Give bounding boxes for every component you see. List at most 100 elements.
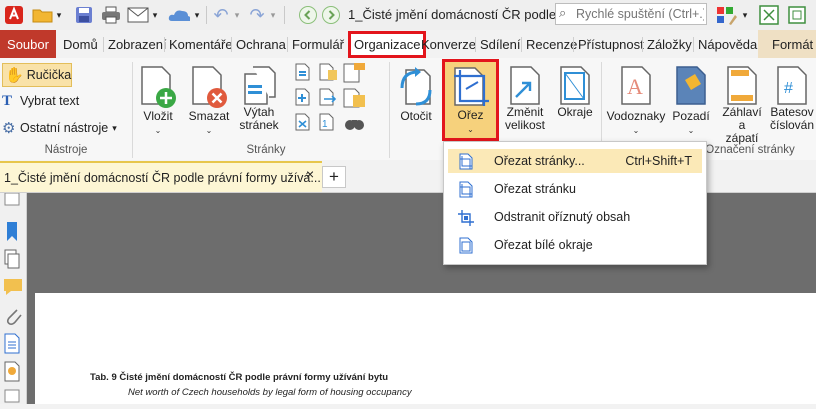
header-footer-button[interactable]: Záhlaví a zápatí [718, 64, 766, 145]
page-marking-group-label: Označení stránky [705, 144, 795, 156]
comments-icon[interactable] [3, 277, 23, 297]
other-tools-button[interactable]: ⚙ Ostatní nástroje ▾ [2, 118, 117, 138]
insert-pages-button[interactable]: Vložit ⌄ [135, 64, 181, 137]
page-binoculars-icon[interactable] [342, 112, 366, 137]
crop-button[interactable]: Ořez ⌄ [442, 59, 499, 141]
menu-item-crop-page[interactable]: Ořezat stránku [448, 177, 702, 201]
page-thumbnails-icon[interactable] [3, 249, 23, 269]
page-labels-icon[interactable] [342, 62, 366, 87]
restore-window-icon[interactable] [786, 4, 808, 26]
tab-comments[interactable]: Komentáře [169, 30, 233, 58]
page-nav-icon[interactable] [3, 192, 23, 213]
margins-button[interactable]: Okraje [553, 64, 597, 119]
bates-numbering-button[interactable]: # Batesov číslován [768, 64, 816, 132]
rotate-label: Otočit [400, 109, 432, 123]
tab-form[interactable]: Formulář [292, 30, 344, 58]
insert-label: Vložit [143, 109, 173, 123]
tab-format[interactable]: Formát [758, 30, 816, 58]
select-text-button[interactable]: T Vybrat text [2, 91, 79, 111]
signature-icon[interactable] [3, 361, 23, 382]
split-pages-icon[interactable] [294, 112, 312, 135]
redo-dropdown-icon[interactable]: ▾ [268, 4, 278, 26]
menu-item-crop-pages[interactable]: Ořezat stránky... Ctrl+Shift+T [448, 149, 702, 173]
extract-pages-button[interactable]: Výtah stránek [236, 64, 282, 132]
menu-item-crop-white-margins[interactable]: Ořezat bílé okraje [448, 233, 702, 257]
email-dropdown-icon[interactable]: ▾ [150, 4, 160, 26]
table-heading: Tab. 9 Čisté jmění domácností ČR podle p… [90, 372, 389, 383]
redo-icon[interactable]: ↷ [246, 4, 268, 26]
close-tab-icon[interactable]: × [306, 166, 314, 182]
content-icon[interactable] [3, 389, 23, 409]
bookmark-icon[interactable] [3, 221, 23, 241]
header-footer-icon [727, 66, 757, 105]
watermark-icon: A [621, 66, 651, 105]
svg-text:A: A [627, 74, 643, 99]
move-pages-icon[interactable] [318, 62, 338, 85]
attachment-icon[interactable] [3, 305, 23, 325]
crop-page-icon [459, 181, 473, 198]
page-background-icon [676, 66, 706, 105]
new-tab-button[interactable]: + [322, 166, 346, 188]
tab-file[interactable]: Soubor [0, 30, 56, 58]
delete-pages-button[interactable]: Smazat ⌄ [186, 64, 232, 137]
watermarks-button[interactable]: A Vodoznaky ⌄ [605, 64, 667, 137]
chevron-down-icon: ⌄ [632, 126, 640, 135]
resize-button[interactable]: Změnit velikost [501, 64, 549, 132]
search-input[interactable] [574, 6, 706, 22]
bates-numbering-icon: # [777, 66, 807, 105]
forward-icon[interactable] [320, 4, 342, 26]
gear-icon: ⚙ [2, 120, 16, 137]
back-icon[interactable] [297, 4, 319, 26]
text-cursor-icon: T [2, 92, 13, 109]
hand-tool-button[interactable]: ✋ Ručička [2, 63, 72, 87]
background-button[interactable]: Pozadí ⌄ [669, 64, 713, 137]
chevron-down-icon: ▾ [112, 122, 117, 133]
resize-page-icon [510, 66, 540, 105]
tab-help[interactable]: Nápověda [698, 30, 757, 58]
print-icon[interactable] [100, 4, 122, 26]
menu-item-remove-cropped-content[interactable]: Odstranit oříznutý obsah [448, 205, 702, 229]
delete-page-icon [192, 66, 227, 108]
fullscreen-icon[interactable] [758, 4, 780, 26]
crop-white-margins-icon [459, 237, 473, 254]
window-title: 1_Čisté jmění domácností ČR podle p... [348, 7, 578, 22]
menu-item-label: Ořezat bílé okraje [494, 238, 593, 252]
rotate-button[interactable]: Otočit [394, 64, 438, 123]
duplicate-pages-icon[interactable] [294, 87, 312, 110]
reverse-pages-icon[interactable] [342, 87, 366, 112]
tab-view[interactable]: Zobrazení [108, 30, 167, 58]
quick-launch-search[interactable]: ⌕ [555, 3, 707, 25]
swap-pages-icon[interactable] [318, 87, 338, 110]
tab-bookmarks[interactable]: Záložky [647, 30, 692, 58]
select-text-label: Vybrat text [20, 94, 80, 108]
tab-convert[interactable]: Konverze [421, 30, 476, 58]
open-folder-icon[interactable] [32, 4, 54, 26]
replace-pages-icon[interactable] [294, 62, 312, 85]
undo-icon[interactable]: ↶ [210, 4, 232, 26]
email-icon[interactable] [127, 4, 149, 26]
app-logo-icon [3, 4, 25, 26]
document-tab[interactable]: 1_Čisté jmění domácností ČR podle právní… [0, 161, 322, 192]
tab-accessibility[interactable]: Přístupnost [578, 30, 644, 58]
open-dropdown-icon[interactable]: ▾ [53, 4, 65, 26]
tab-protection[interactable]: Ochrana [236, 30, 286, 58]
undo-dropdown-icon[interactable]: ▾ [232, 4, 242, 26]
search-icon: ⌕ [559, 5, 567, 20]
cloud-dropdown-icon[interactable]: ▾ [192, 4, 202, 26]
skin-palette-icon[interactable] [716, 4, 738, 26]
skin-dropdown-icon[interactable]: ▾ [740, 4, 750, 26]
chevron-down-icon: ⌄ [154, 126, 162, 135]
cloud-upload-icon[interactable] [168, 4, 190, 26]
save-icon[interactable] [73, 4, 95, 26]
watermarks-label: Vodoznaky [606, 109, 666, 123]
tab-share[interactable]: Sdílení [480, 30, 520, 58]
tab-organize[interactable]: Organizace [348, 31, 427, 58]
background-label: Pozadí [672, 109, 710, 123]
layers-icon[interactable] [3, 333, 23, 354]
page-order-icon[interactable]: 1 [318, 112, 338, 135]
tab-home[interactable]: Domů [63, 30, 98, 58]
tab-review[interactable]: Recenze [526, 30, 577, 58]
rotate-page-icon [400, 67, 432, 106]
document-tab-label: 1_Čisté jmění domácností ČR podle právní… [4, 171, 321, 185]
page-margins-icon [560, 66, 590, 105]
